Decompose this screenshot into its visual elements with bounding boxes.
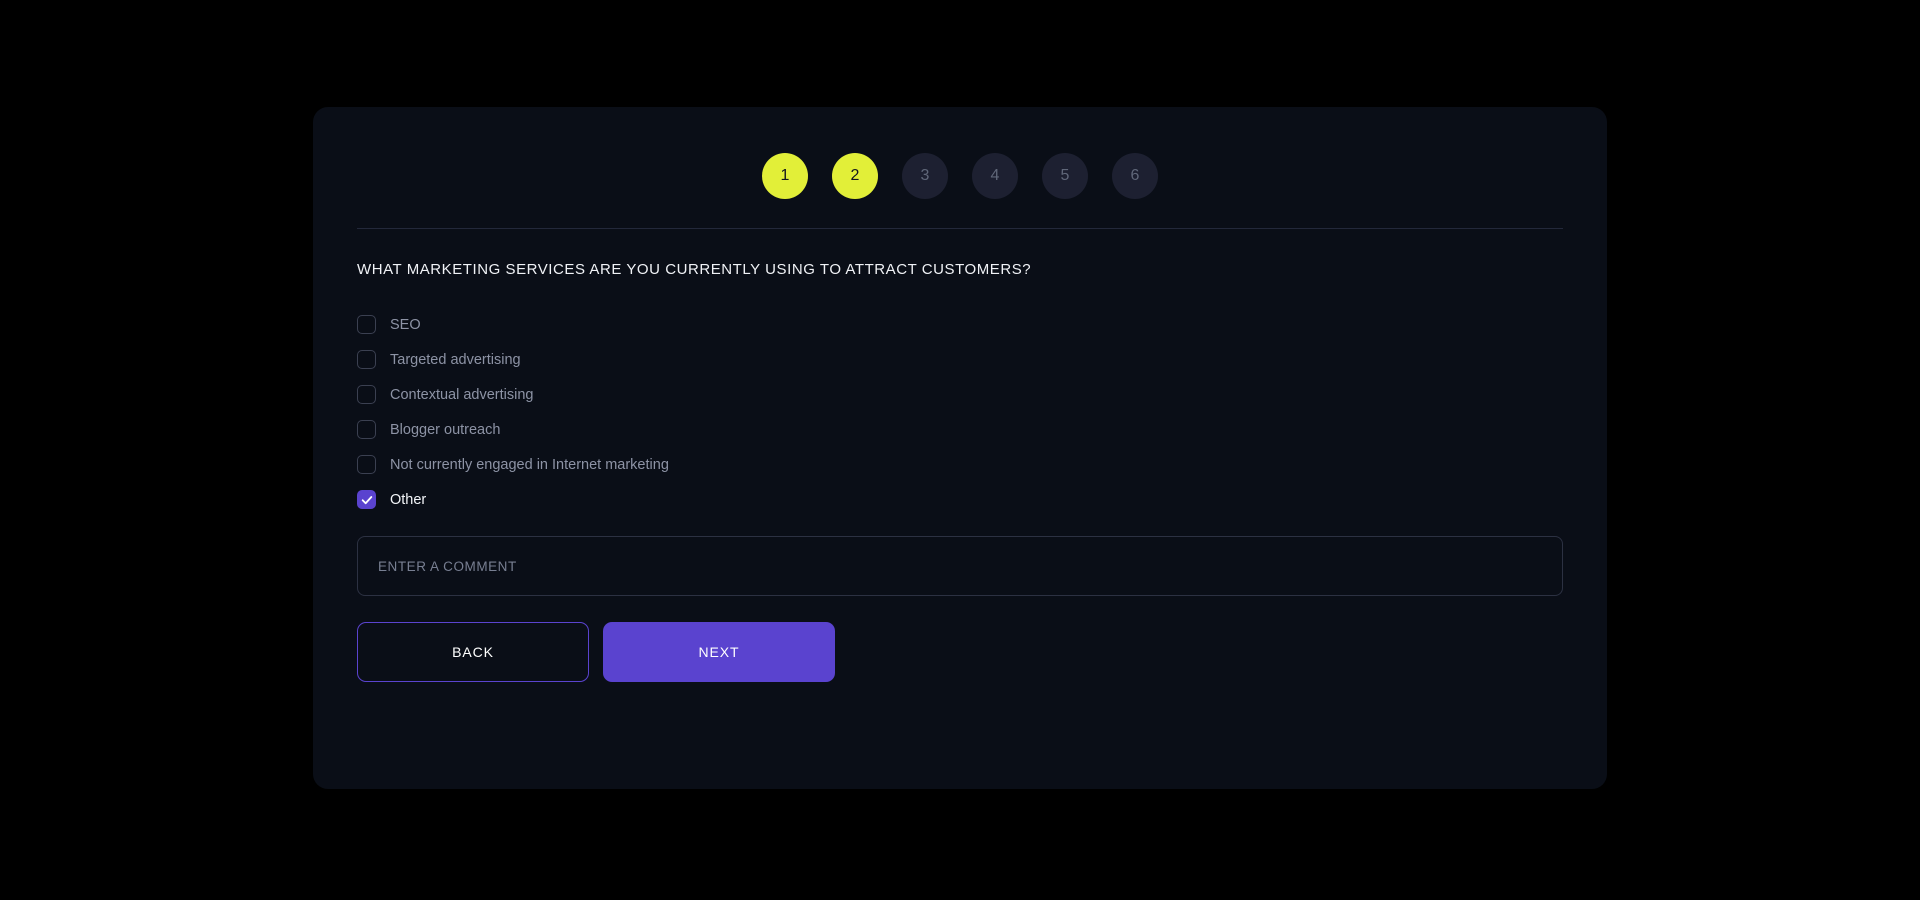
form-body: WHAT MARKETING SERVICES ARE YOU CURRENTL… bbox=[357, 261, 1563, 682]
option-label: SEO bbox=[390, 316, 421, 333]
survey-page: 1 2 3 4 5 6 WHAT MARKETING SERVICES ARE … bbox=[0, 0, 1920, 900]
options-list: SEO Targeted advertising Contextual adve… bbox=[357, 307, 1563, 517]
step-1[interactable]: 1 bbox=[762, 153, 808, 199]
option-label: Blogger outreach bbox=[390, 421, 501, 438]
option-not-engaged[interactable]: Not currently engaged in Internet market… bbox=[357, 447, 1563, 482]
header-divider bbox=[357, 228, 1563, 229]
step-3[interactable]: 3 bbox=[902, 153, 948, 199]
next-button[interactable]: NEXT bbox=[603, 622, 835, 682]
checkbox-unchecked-icon[interactable] bbox=[357, 350, 376, 369]
check-icon bbox=[361, 495, 372, 504]
step-2[interactable]: 2 bbox=[832, 153, 878, 199]
comment-field-wrapper[interactable] bbox=[357, 536, 1563, 596]
option-blogger-outreach[interactable]: Blogger outreach bbox=[357, 412, 1563, 447]
comment-input[interactable] bbox=[358, 537, 1562, 595]
checkbox-unchecked-icon[interactable] bbox=[357, 385, 376, 404]
option-label: Not currently engaged in Internet market… bbox=[390, 456, 669, 473]
step-indicator: 1 2 3 4 5 6 bbox=[313, 107, 1607, 199]
option-label: Targeted advertising bbox=[390, 351, 521, 368]
option-contextual-advertising[interactable]: Contextual advertising bbox=[357, 377, 1563, 412]
step-4[interactable]: 4 bbox=[972, 153, 1018, 199]
question-title: WHAT MARKETING SERVICES ARE YOU CURRENTL… bbox=[357, 261, 1032, 278]
survey-card: 1 2 3 4 5 6 WHAT MARKETING SERVICES ARE … bbox=[313, 107, 1607, 789]
option-targeted-advertising[interactable]: Targeted advertising bbox=[357, 342, 1563, 377]
step-6[interactable]: 6 bbox=[1112, 153, 1158, 199]
checkbox-unchecked-icon[interactable] bbox=[357, 455, 376, 474]
checkbox-checked-icon[interactable] bbox=[357, 490, 376, 509]
step-5[interactable]: 5 bbox=[1042, 153, 1088, 199]
back-button[interactable]: BACK bbox=[357, 622, 589, 682]
option-other[interactable]: Other bbox=[357, 482, 1563, 517]
option-label: Contextual advertising bbox=[390, 386, 534, 403]
option-seo[interactable]: SEO bbox=[357, 307, 1563, 342]
checkbox-unchecked-icon[interactable] bbox=[357, 420, 376, 439]
option-label: Other bbox=[390, 491, 427, 508]
form-actions: BACK NEXT bbox=[357, 622, 1563, 682]
checkbox-unchecked-icon[interactable] bbox=[357, 315, 376, 334]
